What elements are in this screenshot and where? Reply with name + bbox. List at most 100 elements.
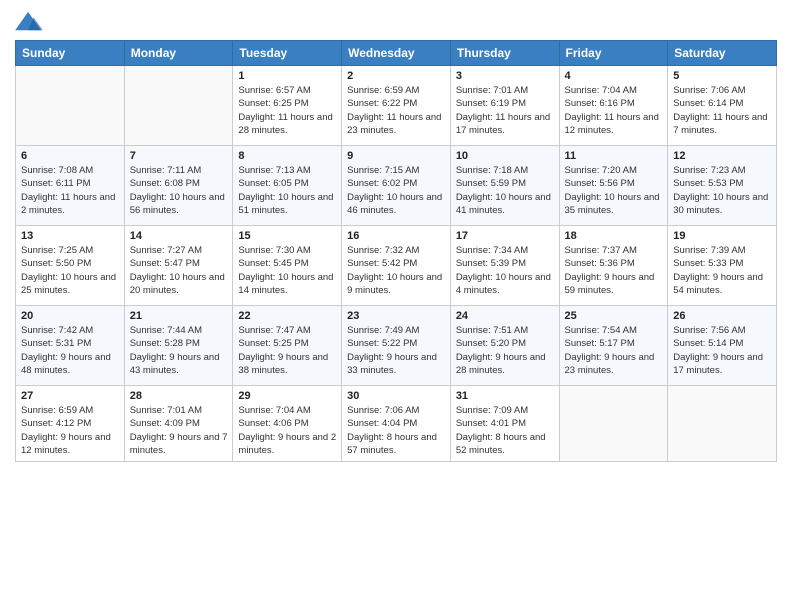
day-number: 5 bbox=[673, 70, 771, 82]
calendar-cell: 19 Sunrise: 7:39 AMSunset: 5:33 PMDayligh… bbox=[668, 226, 777, 306]
day-info: Sunrise: 7:09 AMSunset: 4:01 PMDaylight:… bbox=[456, 404, 554, 457]
day-number: 7 bbox=[130, 150, 228, 162]
day-info: Sunrise: 7:39 AMSunset: 5:33 PMDaylight:… bbox=[673, 244, 771, 297]
day-info: Sunrise: 7:08 AMSunset: 6:11 PMDaylight:… bbox=[21, 164, 119, 217]
day-number: 17 bbox=[456, 230, 554, 242]
day-number: 3 bbox=[456, 70, 554, 82]
calendar-cell: 17 Sunrise: 7:34 AMSunset: 5:39 PMDayligh… bbox=[450, 226, 559, 306]
day-number: 18 bbox=[565, 230, 663, 242]
calendar-cell: 3 Sunrise: 7:01 AMSunset: 6:19 PMDaylight… bbox=[450, 66, 559, 146]
calendar-week-row: 13Sunrise: 7:25 AMSunset: 5:50 PMDayligh… bbox=[16, 226, 777, 306]
calendar-cell: 12 Sunrise: 7:23 AMSunset: 5:53 PMDayligh… bbox=[668, 146, 777, 226]
day-info: Sunrise: 7:04 AMSunset: 4:06 PMDaylight:… bbox=[238, 404, 336, 457]
day-info: Sunrise: 7:18 AMSunset: 5:59 PMDaylight:… bbox=[456, 164, 554, 217]
day-info: Sunrise: 7:34 AMSunset: 5:39 PMDaylight:… bbox=[456, 244, 554, 297]
calendar-cell: 4 Sunrise: 7:04 AMSunset: 6:16 PMDaylight… bbox=[559, 66, 668, 146]
calendar-cell: 6 Sunrise: 7:08 AMSunset: 6:11 PMDaylight… bbox=[16, 146, 125, 226]
day-info: Sunrise: 6:59 AMSunset: 4:12 PMDaylight:… bbox=[21, 404, 119, 457]
day-number: 21 bbox=[130, 310, 228, 322]
day-info: Sunrise: 7:42 AMSunset: 5:31 PMDaylight:… bbox=[21, 324, 119, 377]
day-number: 30 bbox=[347, 390, 445, 402]
calendar-cell: 2 Sunrise: 6:59 AMSunset: 6:22 PMDaylight… bbox=[342, 66, 451, 146]
day-number: 14 bbox=[130, 230, 228, 242]
day-number: 13 bbox=[21, 230, 119, 242]
calendar-cell bbox=[559, 386, 668, 462]
day-number: 16 bbox=[347, 230, 445, 242]
calendar-cell: 30 Sunrise: 7:06 AMSunset: 4:04 PMDayligh… bbox=[342, 386, 451, 462]
calendar-cell bbox=[16, 66, 125, 146]
day-info: Sunrise: 7:13 AMSunset: 6:05 PMDaylight:… bbox=[238, 164, 336, 217]
day-number: 26 bbox=[673, 310, 771, 322]
calendar-cell: 23 Sunrise: 7:49 AMSunset: 5:22 PMDayligh… bbox=[342, 306, 451, 386]
day-info: Sunrise: 7:56 AMSunset: 5:14 PMDaylight:… bbox=[673, 324, 771, 377]
day-number: 10 bbox=[456, 150, 554, 162]
calendar-cell: 10 Sunrise: 7:18 AMSunset: 5:59 PMDayligh… bbox=[450, 146, 559, 226]
calendar-cell: 21 Sunrise: 7:44 AMSunset: 5:28 PMDayligh… bbox=[124, 306, 233, 386]
day-info: Sunrise: 7:15 AMSunset: 6:02 PMDaylight:… bbox=[347, 164, 445, 217]
day-number: 25 bbox=[565, 310, 663, 322]
calendar-header-tuesday: Tuesday bbox=[233, 41, 342, 66]
day-info: Sunrise: 7:49 AMSunset: 5:22 PMDaylight:… bbox=[347, 324, 445, 377]
calendar-cell: 8 Sunrise: 7:13 AMSunset: 6:05 PMDaylight… bbox=[233, 146, 342, 226]
calendar-cell: 9 Sunrise: 7:15 AMSunset: 6:02 PMDaylight… bbox=[342, 146, 451, 226]
calendar-cell: 18 Sunrise: 7:37 AMSunset: 5:36 PMDayligh… bbox=[559, 226, 668, 306]
day-info: Sunrise: 7:27 AMSunset: 5:47 PMDaylight:… bbox=[130, 244, 228, 297]
day-number: 31 bbox=[456, 390, 554, 402]
calendar-cell: 26 Sunrise: 7:56 AMSunset: 5:14 PMDayligh… bbox=[668, 306, 777, 386]
day-info: Sunrise: 6:59 AMSunset: 6:22 PMDaylight:… bbox=[347, 84, 445, 137]
calendar-cell: 27 Sunrise: 6:59 AMSunset: 4:12 PMDayligh… bbox=[16, 386, 125, 462]
day-number: 19 bbox=[673, 230, 771, 242]
calendar-header-monday: Monday bbox=[124, 41, 233, 66]
day-number: 11 bbox=[565, 150, 663, 162]
day-info: Sunrise: 7:51 AMSunset: 5:20 PMDaylight:… bbox=[456, 324, 554, 377]
calendar-cell: 5 Sunrise: 7:06 AMSunset: 6:14 PMDaylight… bbox=[668, 66, 777, 146]
day-number: 8 bbox=[238, 150, 336, 162]
day-number: 4 bbox=[565, 70, 663, 82]
calendar-cell: 20 Sunrise: 7:42 AMSunset: 5:31 PMDayligh… bbox=[16, 306, 125, 386]
calendar-cell: 24Sunrise: 7:51 AMSunset: 5:20 PMDayligh… bbox=[450, 306, 559, 386]
calendar-header-row: SundayMondayTuesdayWednesdayThursdayFrid… bbox=[16, 41, 777, 66]
day-number: 23 bbox=[347, 310, 445, 322]
day-number: 15 bbox=[238, 230, 336, 242]
day-number: 12 bbox=[673, 150, 771, 162]
day-info: Sunrise: 7:30 AMSunset: 5:45 PMDaylight:… bbox=[238, 244, 336, 297]
day-info: Sunrise: 7:04 AMSunset: 6:16 PMDaylight:… bbox=[565, 84, 663, 137]
day-number: 22 bbox=[238, 310, 336, 322]
calendar-cell: 15 Sunrise: 7:30 AMSunset: 5:45 PMDayligh… bbox=[233, 226, 342, 306]
calendar-cell bbox=[124, 66, 233, 146]
calendar-cell: 22 Sunrise: 7:47 AMSunset: 5:25 PMDayligh… bbox=[233, 306, 342, 386]
calendar-header-sunday: Sunday bbox=[16, 41, 125, 66]
day-info: Sunrise: 7:20 AMSunset: 5:56 PMDaylight:… bbox=[565, 164, 663, 217]
calendar-cell: 11 Sunrise: 7:20 AMSunset: 5:56 PMDayligh… bbox=[559, 146, 668, 226]
day-number: 20 bbox=[21, 310, 119, 322]
calendar-week-row: 20 Sunrise: 7:42 AMSunset: 5:31 PMDayligh… bbox=[16, 306, 777, 386]
day-number: 29 bbox=[238, 390, 336, 402]
calendar-table: SundayMondayTuesdayWednesdayThursdayFrid… bbox=[15, 40, 777, 462]
day-number: 6 bbox=[21, 150, 119, 162]
day-info: Sunrise: 7:11 AMSunset: 6:08 PMDaylight:… bbox=[130, 164, 228, 217]
day-info: Sunrise: 7:37 AMSunset: 5:36 PMDaylight:… bbox=[565, 244, 663, 297]
calendar-cell: 13Sunrise: 7:25 AMSunset: 5:50 PMDayligh… bbox=[16, 226, 125, 306]
day-info: Sunrise: 7:47 AMSunset: 5:25 PMDaylight:… bbox=[238, 324, 336, 377]
calendar-header-thursday: Thursday bbox=[450, 41, 559, 66]
day-info: Sunrise: 7:06 AMSunset: 4:04 PMDaylight:… bbox=[347, 404, 445, 457]
calendar-cell: 29 Sunrise: 7:04 AMSunset: 4:06 PMDayligh… bbox=[233, 386, 342, 462]
calendar-cell: 7 Sunrise: 7:11 AMSunset: 6:08 PMDaylight… bbox=[124, 146, 233, 226]
calendar-week-row: 27 Sunrise: 6:59 AMSunset: 4:12 PMDayligh… bbox=[16, 386, 777, 462]
calendar-header-saturday: Saturday bbox=[668, 41, 777, 66]
day-number: 27 bbox=[21, 390, 119, 402]
calendar-cell: 16Sunrise: 7:32 AMSunset: 5:42 PMDayligh… bbox=[342, 226, 451, 306]
day-info: Sunrise: 7:01 AMSunset: 6:19 PMDaylight:… bbox=[456, 84, 554, 137]
day-info: Sunrise: 7:23 AMSunset: 5:53 PMDaylight:… bbox=[673, 164, 771, 217]
calendar-header-wednesday: Wednesday bbox=[342, 41, 451, 66]
day-info: Sunrise: 7:06 AMSunset: 6:14 PMDaylight:… bbox=[673, 84, 771, 137]
calendar-cell: 1Sunrise: 6:57 AMSunset: 6:25 PMDaylight… bbox=[233, 66, 342, 146]
day-info: Sunrise: 7:54 AMSunset: 5:17 PMDaylight:… bbox=[565, 324, 663, 377]
calendar-cell: 28Sunrise: 7:01 AMSunset: 4:09 PMDayligh… bbox=[124, 386, 233, 462]
calendar-cell: 31 Sunrise: 7:09 AMSunset: 4:01 PMDayligh… bbox=[450, 386, 559, 462]
calendar-week-row: 1Sunrise: 6:57 AMSunset: 6:25 PMDaylight… bbox=[16, 66, 777, 146]
calendar-week-row: 6 Sunrise: 7:08 AMSunset: 6:11 PMDaylight… bbox=[16, 146, 777, 226]
day-number: 9 bbox=[347, 150, 445, 162]
day-number: 2 bbox=[347, 70, 445, 82]
day-info: Sunrise: 7:44 AMSunset: 5:28 PMDaylight:… bbox=[130, 324, 228, 377]
